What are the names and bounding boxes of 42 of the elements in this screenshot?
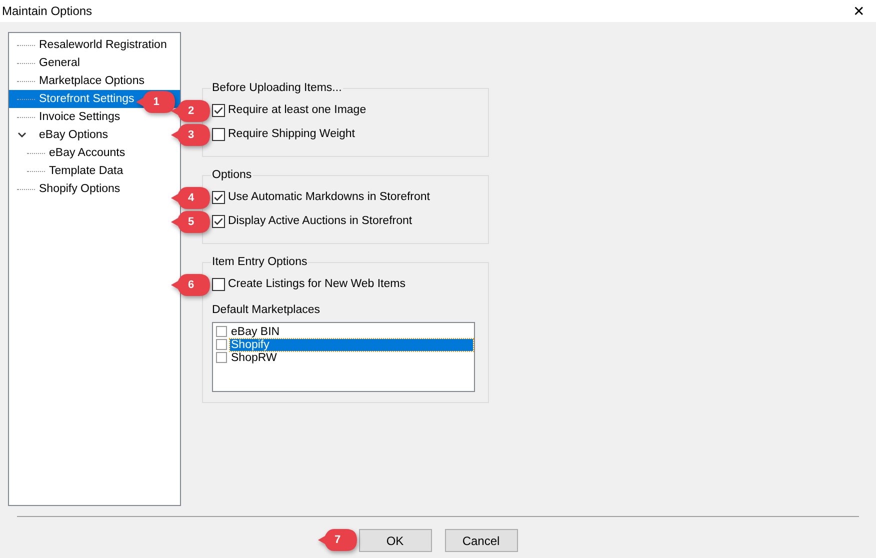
checkbox[interactable] bbox=[212, 214, 225, 228]
callout-marker: 2 bbox=[171, 99, 211, 123]
tree-item[interactable]: Template Data bbox=[47, 164, 126, 178]
window-title: Maintain Options bbox=[2, 4, 92, 18]
close-button[interactable]: ✕ bbox=[844, 0, 874, 22]
checkbox-label[interactable]: Require Shipping Weight bbox=[228, 128, 356, 140]
tree-item[interactable]: Marketplace Options bbox=[37, 74, 146, 88]
checkbox[interactable] bbox=[212, 190, 225, 204]
callout-marker: 3 bbox=[171, 123, 211, 147]
checkbox-label[interactable]: Create Listings for New Web Items bbox=[228, 278, 406, 290]
tree-item[interactable]: eBay Options bbox=[37, 128, 110, 142]
callout-marker: 7 bbox=[318, 528, 358, 552]
callout-marker: 4 bbox=[171, 186, 211, 210]
list-item[interactable]: eBay BIN bbox=[230, 326, 473, 338]
group-title: Before Uploading Items... bbox=[211, 82, 343, 94]
dialog-button[interactable]: Cancel bbox=[444, 529, 518, 552]
callout-marker: 6 bbox=[171, 273, 211, 297]
callout-marker: 5 bbox=[171, 210, 211, 234]
checkbox[interactable] bbox=[216, 352, 227, 363]
tree-item[interactable]: eBay Accounts bbox=[47, 146, 128, 160]
checkbox-label[interactable]: Use Automatic Markdowns in Storefront bbox=[228, 191, 430, 203]
tree-item[interactable]: Shopify Options bbox=[37, 182, 122, 196]
chevron-icon[interactable] bbox=[17, 130, 27, 140]
checkbox[interactable] bbox=[216, 326, 227, 337]
tree-item[interactable]: Storefront Settings bbox=[37, 92, 136, 106]
marketplace-list[interactable]: eBay BIN Shopify ShopRW bbox=[212, 322, 475, 392]
checkbox[interactable] bbox=[216, 339, 227, 350]
callout-marker: 1 bbox=[136, 90, 176, 114]
checkbox[interactable] bbox=[212, 128, 225, 140]
list-item[interactable]: ShopRW bbox=[230, 352, 473, 364]
list-label: Default Marketplaces bbox=[212, 304, 322, 316]
group-title: Item Entry Options bbox=[211, 256, 308, 268]
tree-item[interactable]: Resaleworld Registration bbox=[37, 38, 169, 52]
checkbox-label[interactable]: Display Active Auctions in Storefront bbox=[228, 215, 412, 227]
checkbox[interactable] bbox=[212, 278, 225, 290]
checkbox[interactable] bbox=[212, 104, 225, 116]
group-title: Options bbox=[211, 169, 253, 181]
list-item[interactable]: Shopify bbox=[230, 338, 473, 350]
checkbox-label[interactable]: Require at least one Image bbox=[228, 104, 366, 116]
tree-item[interactable]: Invoice Settings bbox=[37, 110, 122, 124]
dialog-button[interactable]: OK bbox=[358, 529, 432, 552]
tree-item[interactable]: General bbox=[37, 56, 82, 70]
